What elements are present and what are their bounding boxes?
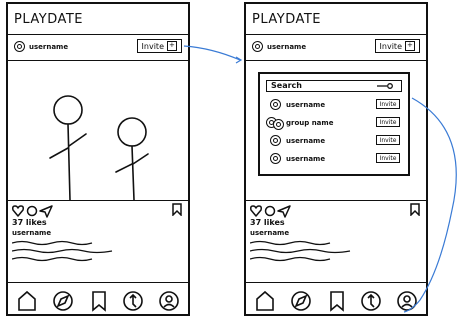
invite-button[interactable]: Invite [376,135,400,145]
add-user-icon [405,39,415,52]
app-title: PLAYDATE [252,12,322,27]
app-title: PLAYDATE [14,12,84,27]
bookmark-icon[interactable] [410,203,420,216]
app-bar: PLAYDATE [246,4,426,35]
wireframe-screen-feed: PLAYDATE username Invite + 37 likes user… [6,2,190,316]
profile-icon[interactable] [396,290,418,312]
search-result-row[interactable]: group name Invite [266,116,400,130]
avatar[interactable] [14,41,25,52]
explore-icon[interactable] [290,290,312,312]
invite-search-popup: Search username Invite group name Invite… [258,72,410,176]
search-result-row[interactable]: username Invite [270,152,400,166]
caption-scribble [250,240,351,262]
user-bar: username Invite [246,34,426,61]
user-bar: username Invite [8,34,188,61]
invite-button[interactable]: Invite [376,117,400,127]
comment-icon [264,205,276,217]
likes-count: 37 likes [250,218,285,227]
username-label[interactable]: username [267,43,306,51]
send-icon [39,205,53,218]
search-result-row[interactable]: username Invite [270,98,400,112]
post-actions [250,203,310,218]
search-input[interactable]: Search [266,80,402,92]
invite-button[interactable]: Invite [136,39,182,53]
send-icon [277,205,291,218]
avatar[interactable] [252,41,263,52]
home-icon[interactable] [16,290,38,312]
group-avatar [273,119,284,130]
saved-icon[interactable] [88,290,110,312]
invite-button[interactable]: Invite [374,39,420,53]
result-name: group name [286,119,334,127]
saved-icon[interactable] [326,290,348,312]
heart-icon [250,205,262,217]
search-result-row[interactable]: username Invite [270,134,400,148]
invite-label: Invite [379,41,402,51]
bookmark-icon[interactable] [172,203,182,216]
post-actions [12,203,72,218]
wireframe-screen-invite-search: PLAYDATE username Invite Search username… [244,2,428,316]
username-label[interactable]: username [29,43,68,51]
result-name: username [286,155,326,163]
app-bar: PLAYDATE [8,4,188,35]
invite-button[interactable]: Invite [376,99,400,109]
post-photo [8,60,188,201]
comment-icon [26,205,38,217]
profile-icon[interactable] [158,290,180,312]
post-username[interactable]: username [250,229,289,237]
post-username[interactable]: username [12,229,51,237]
bottom-nav [8,282,188,317]
activity-icon[interactable] [122,290,144,312]
bottom-nav [246,282,426,317]
search-icon[interactable] [377,83,395,89]
search-label: Search [271,81,302,90]
likes-count: 37 likes [12,218,47,227]
avatar [270,153,281,164]
result-name: username [286,137,326,145]
activity-icon[interactable] [360,290,382,312]
avatar [270,135,281,146]
invite-label: Invite [141,41,164,51]
avatar [270,99,281,110]
caption-scribble [12,240,113,262]
home-icon[interactable] [254,290,276,312]
stick-figures-illustration [49,95,149,201]
connector-invite-to-search [183,45,241,61]
add-user-icon [167,39,177,52]
invite-button[interactable]: Invite [376,153,400,163]
heart-icon [12,205,24,217]
result-name: username [286,101,326,109]
explore-icon[interactable] [52,290,74,312]
